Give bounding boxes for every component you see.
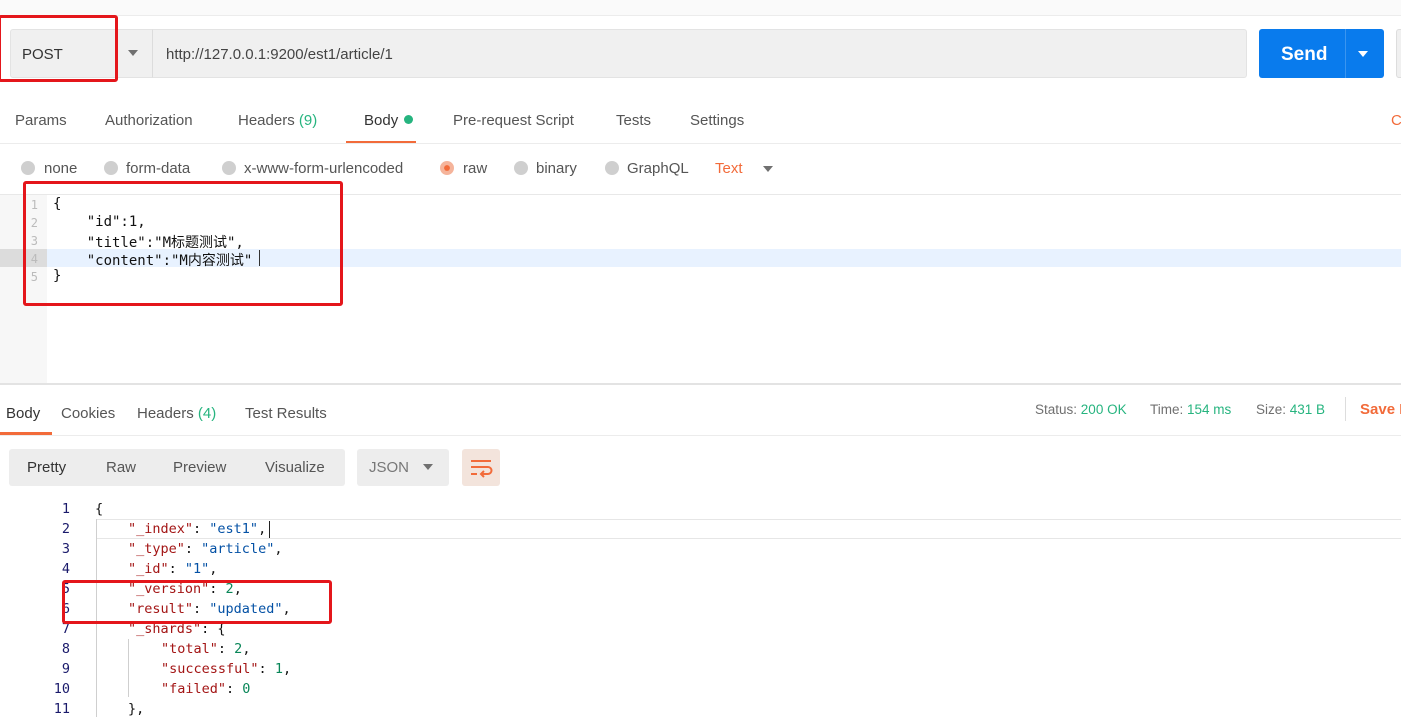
status-value: 200 OK	[1080, 402, 1127, 417]
chevron-down-icon[interactable]	[763, 166, 773, 172]
json-line[interactable]: "successful": 1,	[161, 661, 291, 677]
radio-raw[interactable]	[440, 161, 454, 175]
response-tab-headers-count: (4)	[197, 405, 217, 422]
response-tab-test-results[interactable]: Test Results	[245, 405, 327, 422]
tab-headers[interactable]: Headers (9)	[238, 112, 317, 129]
response-tabs-divider	[0, 435, 1401, 436]
tab-body-label: Body	[364, 112, 399, 129]
line-number: 3	[61, 541, 70, 557]
radio-form-data[interactable]	[104, 161, 118, 175]
json-value: "1"	[184, 561, 210, 577]
json-key: "_index"	[128, 521, 194, 537]
line-number: 9	[61, 661, 70, 677]
wrap-lines-button[interactable]	[462, 449, 500, 486]
size-label: Size:	[1256, 402, 1287, 417]
indent-guide	[128, 639, 129, 697]
tab-tests[interactable]: Tests	[616, 112, 651, 129]
status-label: Status:	[1035, 402, 1078, 417]
radio-urlencoded[interactable]	[222, 161, 236, 175]
send-divider	[1345, 29, 1346, 78]
json-brace: },	[128, 701, 145, 717]
chevron-down-icon[interactable]	[423, 464, 433, 470]
meta-divider	[1345, 397, 1346, 421]
json-key: "failed"	[161, 681, 227, 697]
time-value: 154 ms	[1187, 402, 1232, 417]
view-visualize-button[interactable]: Visualize	[265, 459, 325, 476]
json-brace: {	[95, 501, 104, 517]
json-value: 1	[274, 661, 283, 677]
tab-headers-count: (9)	[298, 112, 318, 129]
format-select-label[interactable]: JSON	[369, 459, 409, 476]
size-value: 431 B	[1289, 402, 1326, 417]
line-number: 4	[61, 561, 70, 577]
json-key: "successful"	[161, 661, 259, 677]
response-tab-body[interactable]: Body	[6, 405, 40, 422]
radio-form-data-label[interactable]: form-data	[126, 160, 190, 177]
response-tab-cookies[interactable]: Cookies	[61, 405, 115, 422]
annotation-box-result	[62, 580, 332, 624]
json-key: "total"	[161, 641, 218, 657]
save-button-edge[interactable]	[1396, 29, 1401, 78]
tab-pre-request-script[interactable]: Pre-request Script	[453, 112, 574, 129]
send-options-chevron-icon[interactable]	[1358, 51, 1368, 57]
time-indicator[interactable]: Time: 154 ms	[1150, 402, 1231, 417]
radio-binary[interactable]	[514, 161, 528, 175]
json-line[interactable]: "_type": "article",	[128, 541, 282, 557]
json-value: "article"	[201, 541, 275, 557]
line-number: 1	[61, 501, 70, 517]
json-line[interactable]: "failed": 0	[161, 681, 250, 697]
raw-format-select[interactable]: Text	[715, 160, 743, 177]
json-line[interactable]: "total": 2,	[161, 641, 250, 657]
line-number: 8	[61, 641, 70, 657]
json-value: "est1"	[209, 521, 259, 537]
text-cursor	[269, 521, 270, 538]
json-key: "_type"	[128, 541, 185, 557]
tabs-divider	[0, 143, 1401, 144]
response-tab-headers-label: Headers	[137, 405, 194, 422]
line-number: 10	[53, 681, 70, 697]
radio-urlencoded-label[interactable]: x-www-form-urlencoded	[244, 160, 403, 177]
tab-body[interactable]: Body	[364, 112, 414, 129]
view-preview-button[interactable]: Preview	[173, 459, 226, 476]
json-line[interactable]: {	[95, 501, 103, 517]
tab-headers-label: Headers	[238, 112, 295, 129]
line-number: 2	[61, 521, 70, 537]
send-label[interactable]: Send	[1281, 44, 1327, 66]
json-key: "_id"	[128, 561, 169, 577]
json-line[interactable]: "_index": "est1",	[128, 521, 266, 537]
json-value: 2	[234, 641, 243, 657]
annotation-box-request-body	[23, 181, 343, 306]
json-line[interactable]: "_id": "1",	[128, 561, 217, 577]
radio-graphql-label[interactable]: GraphQL	[627, 160, 689, 177]
json-value: 0	[242, 681, 251, 697]
cookies-link[interactable]: C	[1391, 112, 1401, 129]
pane-resize-handle[interactable]	[0, 383, 1401, 385]
view-raw-button[interactable]: Raw	[106, 459, 136, 476]
active-line-highlight	[96, 519, 1401, 539]
radio-none-label[interactable]: none	[44, 160, 77, 177]
tab-authorization[interactable]: Authorization	[105, 112, 193, 129]
save-response-button[interactable]: Save R	[1360, 401, 1401, 418]
top-strip	[0, 0, 1401, 16]
response-tab-headers[interactable]: Headers (4)	[137, 405, 216, 422]
json-line[interactable]: },	[128, 701, 144, 717]
url-text[interactable]: http://127.0.0.1:9200/est1/article/1	[166, 46, 393, 63]
status-indicator[interactable]: Status: 200 OK	[1035, 402, 1127, 417]
size-indicator[interactable]: Size: 431 B	[1256, 402, 1325, 417]
tab-settings[interactable]: Settings	[690, 112, 744, 129]
body-indicator-dot-icon	[404, 115, 414, 124]
annotation-box-method	[0, 15, 118, 82]
time-label: Time:	[1150, 402, 1184, 417]
view-pretty-button[interactable]: Pretty	[27, 459, 66, 476]
wrap-lines-icon	[471, 460, 493, 478]
radio-raw-label[interactable]: raw	[463, 160, 487, 177]
line-number: 11	[53, 701, 70, 717]
radio-graphql[interactable]	[605, 161, 619, 175]
radio-none[interactable]	[21, 161, 35, 175]
chevron-down-icon[interactable]	[128, 50, 138, 56]
tab-params[interactable]: Params	[15, 112, 67, 129]
radio-binary-label[interactable]: binary	[536, 160, 577, 177]
